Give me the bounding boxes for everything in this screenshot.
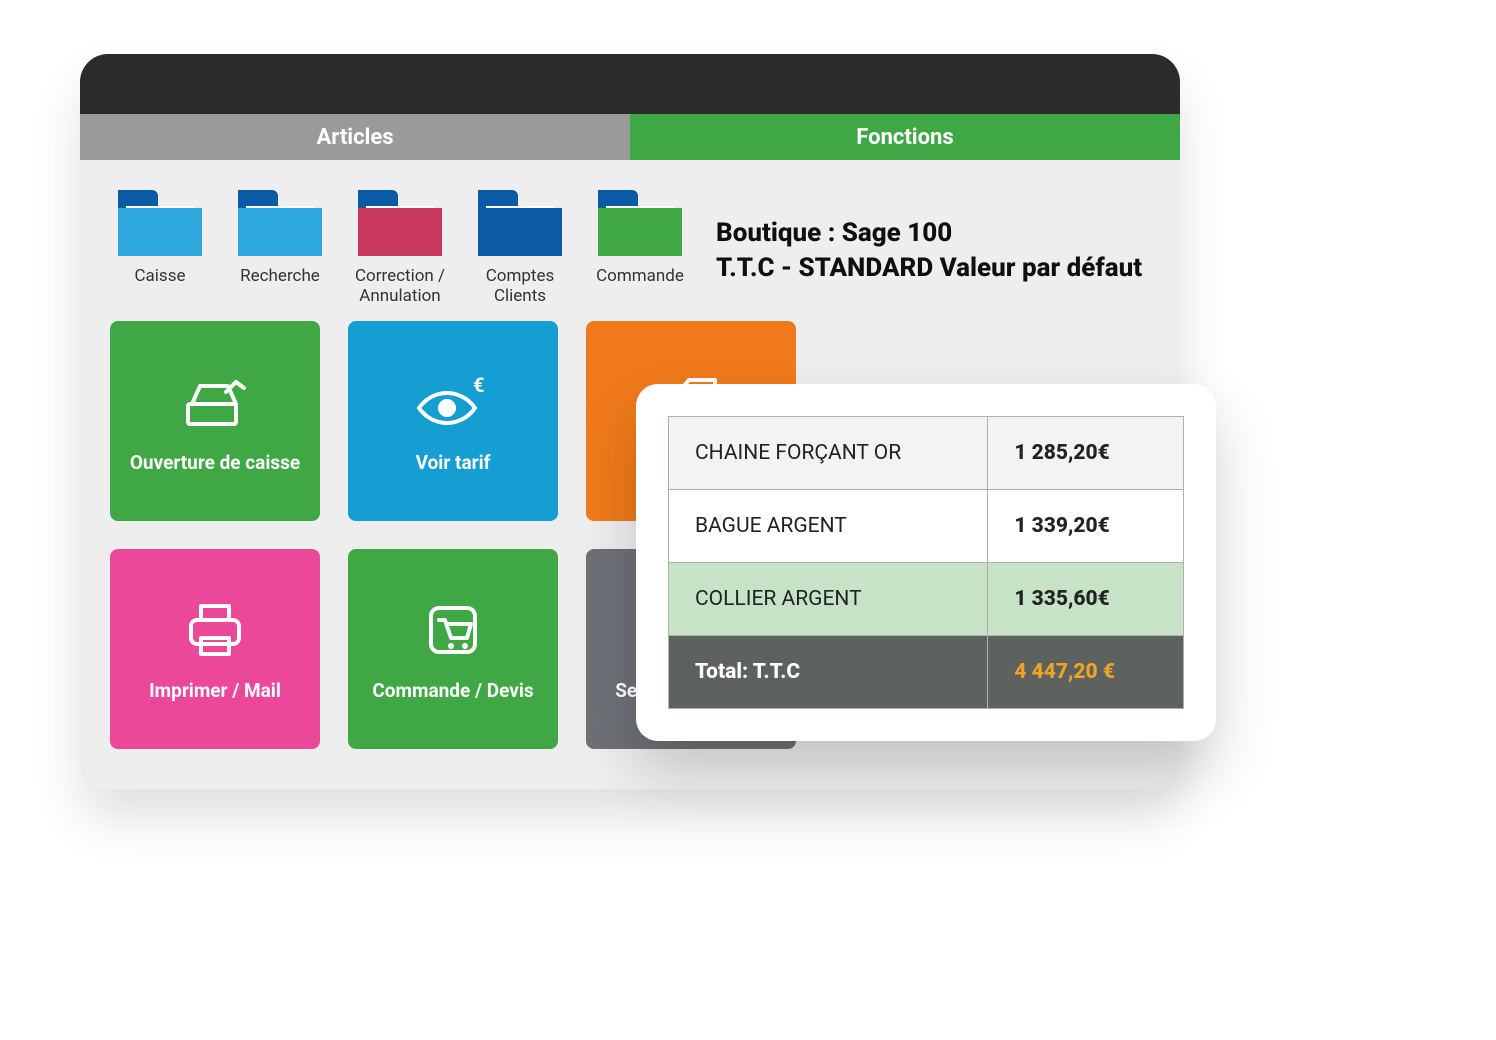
cart-icon <box>421 595 485 665</box>
folder-item[interactable]: Caisse <box>110 190 210 307</box>
receipt-row: COLLIER ARGENT1 335,60€ <box>669 563 1184 636</box>
folder-icon <box>118 190 202 256</box>
tile-eye-euro[interactable]: € Voir tarif <box>348 321 558 521</box>
receipt-item-name: BAGUE ARGENT <box>669 490 988 563</box>
tile-printer[interactable]: Imprimer / Mail <box>110 549 320 749</box>
folder-icon <box>238 190 322 256</box>
receipt-item-price: 1 335,60€ <box>988 563 1184 636</box>
eye-euro-icon: € <box>413 367 493 437</box>
tab-articles[interactable]: Articles <box>80 114 630 160</box>
printer-icon <box>183 595 247 665</box>
receipt-table: CHAINE FORÇANT OR1 285,20€BAGUE ARGENT1 … <box>668 416 1184 709</box>
tab-fonctions[interactable]: Fonctions <box>630 114 1180 160</box>
register-icon <box>182 367 248 437</box>
boutique-line2: T.T.C - STANDARD Valeur par défaut <box>716 251 1150 286</box>
folder-icon <box>358 190 442 256</box>
receipt-total-label: Total: T.T.C <box>669 636 988 709</box>
receipt-item-name: CHAINE FORÇANT OR <box>669 417 988 490</box>
folder-item[interactable]: Recherche <box>230 190 330 307</box>
folder-item[interactable]: Commande <box>590 190 690 307</box>
receipt-row: BAGUE ARGENT1 339,20€ <box>669 490 1184 563</box>
folder-icon <box>598 190 682 256</box>
svg-text:€: € <box>473 374 484 397</box>
tile-label: Commande / Devis <box>372 679 533 703</box>
folder-label: Caisse <box>134 266 185 306</box>
tile-label: Voir tarif <box>416 451 491 475</box>
folder-icon <box>478 190 562 256</box>
folder-label: Recherche <box>240 266 320 306</box>
folder-label: Correction / Annulation <box>350 266 450 307</box>
top-row: Caisse Recherche Correction / Annulation Co… <box>110 190 1150 307</box>
boutique-line1: Boutique : Sage 100 <box>716 216 1150 251</box>
tab-bar: Articles Fonctions <box>80 114 1180 160</box>
tile-label: Imprimer / Mail <box>149 679 281 703</box>
tile-register[interactable]: Ouverture de caisse <box>110 321 320 521</box>
folder-label: Comptes Clients <box>470 266 570 307</box>
folder-item[interactable]: Correction / Annulation <box>350 190 450 307</box>
tile-cart[interactable]: Commande / Devis <box>348 549 558 749</box>
receipt-item-name: COLLIER ARGENT <box>669 563 988 636</box>
folder-row: Caisse Recherche Correction / Annulation Co… <box>110 190 690 307</box>
tile-label: Ouverture de caisse <box>130 451 300 475</box>
receipt-panel: CHAINE FORÇANT OR1 285,20€BAGUE ARGENT1 … <box>636 384 1216 741</box>
receipt-total-value: 4 447,20 € <box>988 636 1184 709</box>
folder-item[interactable]: Comptes Clients <box>470 190 570 307</box>
receipt-item-price: 1 339,20€ <box>988 490 1184 563</box>
boutique-info: Boutique : Sage 100 T.T.C - STANDARD Val… <box>716 190 1150 286</box>
receipt-item-price: 1 285,20€ <box>988 417 1184 490</box>
window-titlebar <box>80 54 1180 114</box>
folder-label: Commande <box>596 266 684 306</box>
receipt-total-row: Total: T.T.C4 447,20 € <box>669 636 1184 709</box>
receipt-row: CHAINE FORÇANT OR1 285,20€ <box>669 417 1184 490</box>
